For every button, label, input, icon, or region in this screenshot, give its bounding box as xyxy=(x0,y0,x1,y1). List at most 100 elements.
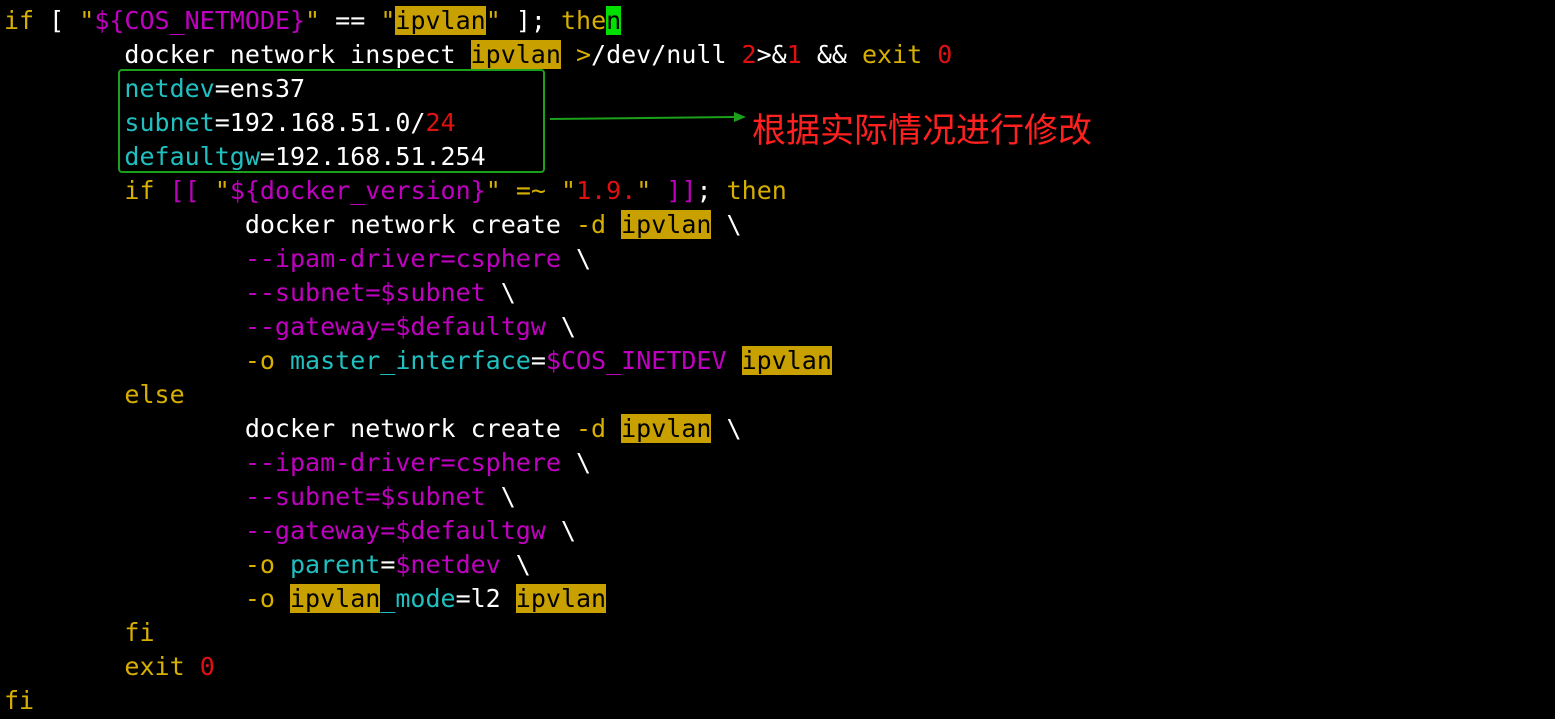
code-token: ipvlan xyxy=(621,210,712,239)
code-line[interactable]: if [ "${COS_NETMODE}" == "ipvlan" ]; the… xyxy=(4,4,952,38)
code-token: fi xyxy=(4,686,35,715)
code-token: if xyxy=(124,176,155,205)
code-token: --gateway=$defaultgw xyxy=(244,516,546,545)
code-token: \ xyxy=(485,278,516,307)
code-token: ipvlan xyxy=(741,346,832,375)
code-token: --gateway=$defaultgw xyxy=(244,312,546,341)
code-token: --subnet=$subnet xyxy=(244,482,486,511)
code-token: \ xyxy=(560,448,592,477)
code-token: =~ xyxy=(515,176,546,205)
code-line[interactable]: else xyxy=(4,378,952,412)
code-token: >& xyxy=(756,40,787,69)
annotation-highlight-box xyxy=(118,69,545,173)
code-token: 0 xyxy=(937,40,953,69)
code-token: \ xyxy=(485,482,516,511)
code-line[interactable]: -o master_interface=$COS_INETDEV ipvlan xyxy=(4,344,952,378)
code-token: ipvlan xyxy=(621,414,712,443)
code-token: exit xyxy=(124,652,185,681)
code-token: if xyxy=(4,6,35,35)
code-token: $netdev xyxy=(395,550,501,579)
code-token: " xyxy=(636,176,652,205)
code-token: " xyxy=(380,6,396,35)
code-token: -d xyxy=(575,414,607,443)
code-token: 2 xyxy=(741,40,757,69)
code-token: $COS_INETDEV xyxy=(545,346,727,375)
code-token: -d xyxy=(575,210,607,239)
code-token: " xyxy=(79,6,95,35)
code-token: ipvlan xyxy=(395,6,486,35)
code-line[interactable]: --subnet=$subnet \ xyxy=(4,480,952,514)
code-token: fi xyxy=(124,618,155,647)
code-token: /dev/null xyxy=(591,40,742,69)
code-token: \ xyxy=(545,312,576,341)
code-token: = xyxy=(380,550,396,579)
code-token: --ipam-driver=csphere xyxy=(244,244,561,273)
code-line[interactable]: exit 0 xyxy=(4,650,952,684)
code-token: _mode xyxy=(380,584,456,613)
code-token: > xyxy=(575,40,592,69)
code-token: -o xyxy=(244,584,275,613)
code-token: " xyxy=(305,6,321,35)
code-line[interactable]: --subnet=$subnet \ xyxy=(4,276,952,310)
code-token: == xyxy=(320,6,381,35)
code-token: \ xyxy=(711,210,742,239)
terminal-editor[interactable]: if [ "${COS_NETMODE}" == "ipvlan" ]; the… xyxy=(0,0,1555,719)
code-line[interactable]: if [[ "${docker_version}" =~ "1.9." ]]; … xyxy=(4,174,952,208)
code-line[interactable]: docker network inspect ipvlan >/dev/null… xyxy=(4,38,952,72)
code-line[interactable]: docker network create -d ipvlan \ xyxy=(4,412,952,446)
code-token: ipvlan xyxy=(290,584,381,613)
code-token: the xyxy=(560,6,607,35)
code-token: --subnet=$subnet xyxy=(244,278,486,307)
code-line[interactable]: -o ipvlan_mode=l2 ipvlan xyxy=(4,582,952,616)
code-line[interactable]: fi xyxy=(4,616,952,650)
code-line[interactable]: --gateway=$defaultgw \ xyxy=(4,514,952,548)
code-token: \ xyxy=(545,516,576,545)
code-line[interactable]: --ipam-driver=csphere \ xyxy=(4,242,952,276)
code-token: \ xyxy=(500,550,531,579)
code-line[interactable]: --ipam-driver=csphere \ xyxy=(4,446,952,480)
code-token: docker network inspect xyxy=(4,40,471,69)
code-token: ${COS_NETMODE} xyxy=(94,6,306,35)
code-token: -o xyxy=(244,550,275,579)
code-token: exit xyxy=(862,40,923,69)
code-token: [ xyxy=(34,6,80,35)
code-line[interactable]: docker network create -d ipvlan \ xyxy=(4,208,952,242)
code-line[interactable]: fi xyxy=(4,684,952,718)
code-token: ]; xyxy=(500,6,561,35)
code-token: master_interface xyxy=(290,346,531,375)
code-line[interactable]: --gateway=$defaultgw \ xyxy=(4,310,952,344)
code-token: then xyxy=(726,176,787,205)
code-line[interactable]: -o parent=$netdev \ xyxy=(4,548,952,582)
code-token: n xyxy=(606,6,622,35)
code-token: docker network create xyxy=(4,210,576,239)
annotation-text: 根据实际情况进行修改 xyxy=(752,111,1092,151)
code-token: ; xyxy=(696,176,727,205)
code-token: 1 xyxy=(786,40,802,69)
code-token: --ipam-driver=csphere xyxy=(244,448,561,477)
code-token: parent xyxy=(290,550,381,579)
code-token: " xyxy=(561,176,577,205)
